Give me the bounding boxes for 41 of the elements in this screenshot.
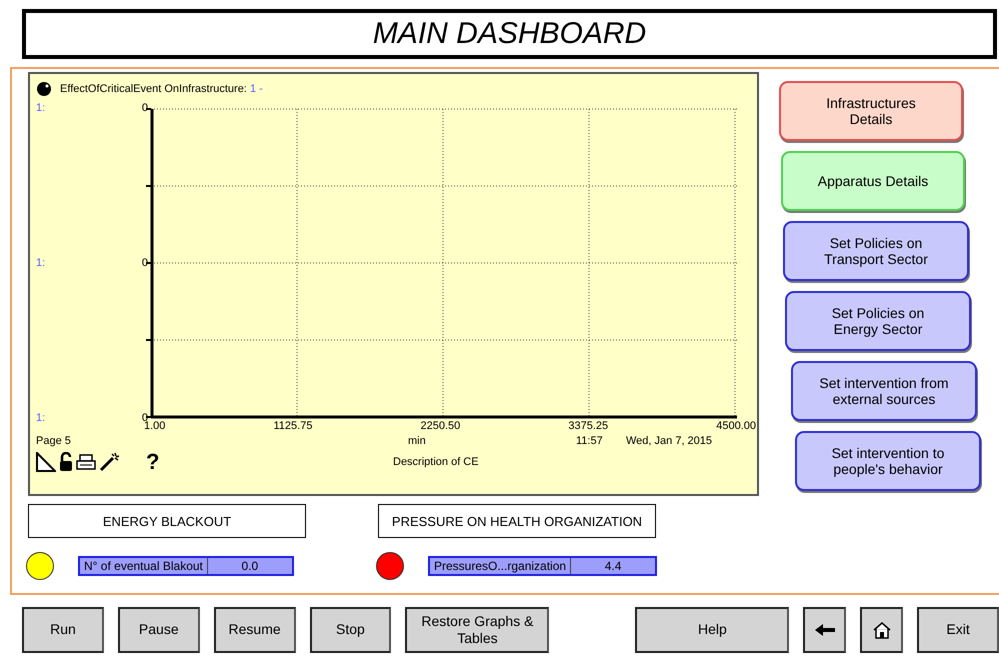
navigation-button[interactable]: Set intervention from external sources	[791, 361, 977, 421]
control-button[interactable]: Resume	[214, 607, 296, 653]
navigation-button[interactable]: Set Policies on Transport Sector	[783, 221, 969, 281]
control-button[interactable]: Run	[22, 607, 104, 653]
printer-icon[interactable]	[76, 453, 96, 471]
legend-text: EffectOfCriticalEvent OnInfrastructure: 1 -	[60, 83, 263, 95]
lock-icon[interactable]	[59, 452, 73, 472]
scale-label: 1:	[36, 257, 46, 269]
left-arrow-icon	[814, 623, 836, 637]
x-tick-label: 1125.75	[274, 420, 312, 432]
navigation-button[interactable]: Set Policies on Energy Sector	[785, 291, 971, 351]
control-button[interactable]: Restore Graphs & Tables	[405, 607, 550, 653]
graph-description: Description of CE	[393, 456, 479, 468]
control-button[interactable]: Stop	[310, 607, 392, 653]
x-tick-label: 2250.50	[420, 420, 460, 432]
navigation-button[interactable]: Infrastructures Details	[779, 81, 963, 141]
navigation-button[interactable]: Set intervention to people's behavior	[795, 431, 981, 491]
help-mark[interactable]: ?	[146, 449, 390, 475]
date-label: Wed, Jan 7, 2015	[626, 435, 712, 447]
scale-label: 1:	[36, 102, 46, 114]
x-tick-label: 1.00	[144, 420, 166, 432]
exit-button[interactable]: Exit	[917, 607, 999, 653]
magic-wand-icon[interactable]	[99, 452, 121, 472]
x-unit-label: min	[408, 435, 427, 447]
corner-icon[interactable]	[36, 452, 56, 472]
time-label: 11:57	[576, 435, 604, 447]
help-button[interactable]: Help	[635, 607, 790, 653]
back-button[interactable]	[803, 607, 846, 653]
x-tick-label: 3375.25	[568, 420, 608, 432]
scale-label: 1:	[36, 412, 46, 424]
home-button[interactable]	[860, 607, 904, 653]
x-tick-label: 4500.00	[716, 420, 756, 432]
value-display: PressuresO...rganization 4.4	[428, 556, 658, 576]
indicator-title: PRESSURE ON HEALTH ORGANIZATION	[378, 504, 656, 538]
value-display: N° of eventual Blakout 0.0	[78, 556, 294, 576]
control-button[interactable]: Pause	[118, 607, 200, 653]
dashboard-title: MAIN DASHBOARD	[22, 9, 997, 59]
home-icon	[872, 621, 892, 639]
page-label: Page 5	[36, 435, 72, 447]
indicator-title: ENERGY BLACKOUT	[28, 504, 306, 538]
navigation-button[interactable]: Apparatus Details	[781, 151, 965, 211]
